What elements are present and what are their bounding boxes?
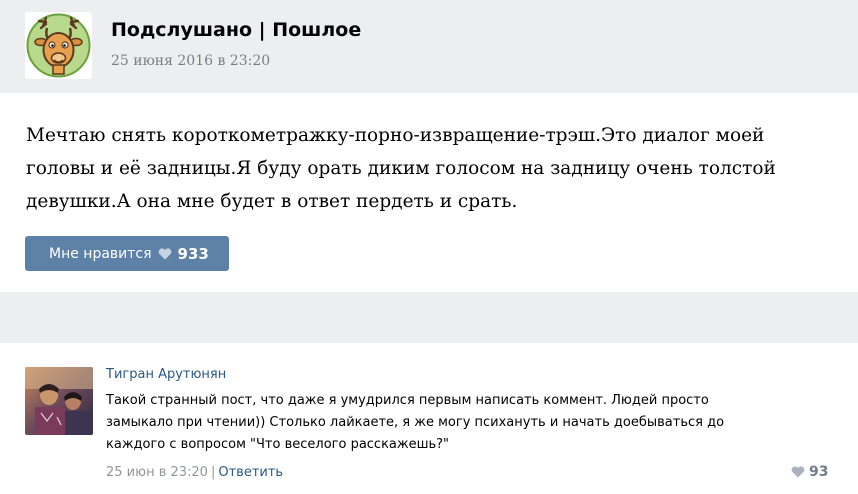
section-divider <box>0 292 858 343</box>
comment-like-button[interactable]: 93 <box>791 464 828 480</box>
like-count: 933 <box>177 244 209 263</box>
comment-author[interactable]: Тигран Арутюнян <box>106 367 226 382</box>
post-header: Подслушано | Пошлое 25 июня 2016 в 23:20 <box>0 0 858 93</box>
like-label: Мне нравится <box>49 245 152 262</box>
post-body: Мечтаю снять короткометражку-порно-извра… <box>0 93 858 292</box>
post-date[interactable]: 25 июня 2016 в 23:20 <box>111 53 270 69</box>
post-text: Мечтаю снять короткометражку-порно-извра… <box>26 125 776 212</box>
comment-date[interactable]: 25 июн в 23:20 <box>106 465 208 480</box>
group-name[interactable]: Подслушано | Пошлое <box>111 19 361 41</box>
user-photo-avatar[interactable] <box>25 367 93 435</box>
comment: Тигран Арутюнян Такой странный пост, что… <box>0 343 858 494</box>
deer-avatar-icon <box>26 13 91 78</box>
group-avatar[interactable] <box>25 12 92 79</box>
comment-footer: 25 июн в 23:20 | Ответить <box>106 465 283 480</box>
comment-text: Такой странный пост, что даже я умудрилс… <box>106 393 725 452</box>
like-button[interactable]: Мне нравится 933 <box>25 236 229 271</box>
reply-link[interactable]: Ответить <box>218 465 283 480</box>
heart-icon <box>791 466 805 478</box>
heart-icon <box>158 247 172 260</box>
footer-separator: | <box>210 465 216 480</box>
comment-like-count: 93 <box>809 464 829 480</box>
